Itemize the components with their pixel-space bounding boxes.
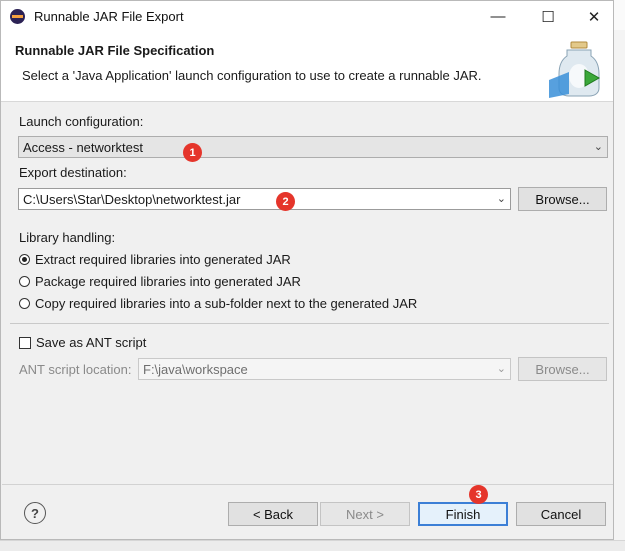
save-ant-script-checkbox[interactable]: Save as ANT script (19, 335, 146, 350)
library-option-label: Package required libraries into generate… (35, 274, 301, 289)
annotation-badge-1: 1 (183, 143, 202, 162)
ide-bottom-bar (0, 540, 625, 551)
ant-location-value: F:\java\workspace (143, 361, 248, 377)
next-button: Next > (320, 502, 410, 526)
page-title: Runnable JAR File Specification (15, 43, 215, 58)
launch-config-value: Access - networktest (23, 139, 143, 155)
title-bar: Runnable JAR File Export — ☐ ✕ (1, 1, 613, 32)
launch-config-label: Launch configuration: (19, 114, 144, 129)
checkbox[interactable] (19, 336, 31, 349)
minimize-icon[interactable]: — (475, 1, 521, 32)
cancel-button[interactable]: Cancel (516, 502, 606, 526)
library-handling-label: Library handling: (19, 230, 116, 245)
eclipse-icon (10, 9, 25, 24)
chevron-down-icon: ⌄ (496, 193, 506, 205)
launch-config-select[interactable]: Access - networktest ⌄ (18, 136, 608, 158)
back-button[interactable]: < Back (228, 502, 318, 526)
ant-browse-button: Browse... (518, 357, 607, 381)
save-ant-script-label: Save as ANT script (36, 335, 147, 350)
finish-button[interactable]: Finish (418, 502, 508, 526)
radio-button[interactable] (19, 276, 30, 287)
footer-divider (2, 484, 613, 485)
wizard-header: Runnable JAR File Specification Select a… (1, 32, 613, 102)
library-option-copy[interactable]: Copy required libraries into a sub-folde… (19, 296, 417, 311)
library-option-label: Extract required libraries into generate… (35, 252, 291, 267)
help-icon[interactable]: ? (24, 502, 46, 524)
divider (10, 323, 609, 324)
annotation-badge-3: 3 (469, 485, 488, 504)
close-icon[interactable]: ✕ (571, 1, 617, 32)
library-option-label: Copy required libraries into a sub-folde… (35, 296, 418, 311)
radio-button[interactable] (19, 298, 30, 309)
window-title: Runnable JAR File Export (34, 9, 184, 24)
maximize-icon[interactable]: ☐ (525, 1, 571, 32)
annotation-badge-2: 2 (276, 192, 295, 211)
page-description: Select a 'Java Application' launch confi… (22, 68, 482, 83)
export-destination-value: C:\Users\Star\Desktop\networktest.jar (23, 191, 241, 207)
export-destination-combo[interactable]: C:\Users\Star\Desktop\networktest.jar ⌄ (18, 188, 511, 210)
ant-location-label: ANT script location: (19, 362, 132, 377)
library-option-extract[interactable]: Extract required libraries into generate… (19, 252, 291, 267)
radio-button-selected[interactable] (19, 254, 30, 265)
chevron-down-icon: ⌄ (593, 141, 603, 153)
library-option-package[interactable]: Package required libraries into generate… (19, 274, 301, 289)
chevron-down-icon: ⌄ (496, 363, 506, 375)
export-dialog: Runnable JAR File Export — ☐ ✕ Runnable … (0, 0, 614, 540)
ant-location-combo: F:\java\workspace ⌄ (138, 358, 511, 380)
jar-wizard-icon (549, 41, 601, 98)
export-browse-button[interactable]: Browse... (518, 187, 607, 211)
export-destination-label: Export destination: (19, 165, 127, 180)
